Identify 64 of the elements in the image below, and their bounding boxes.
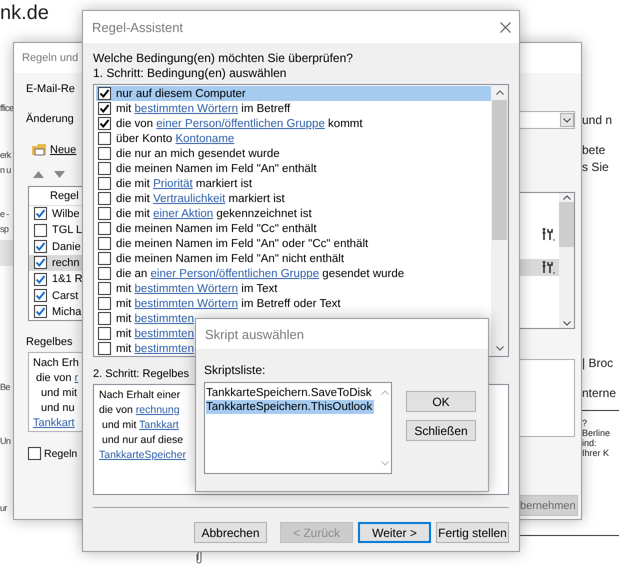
email-text: Be xyxy=(0,382,10,392)
step-label: 2. Schritt: Regelbes xyxy=(93,367,189,382)
condition-text: die nur an mich gesendet wurde xyxy=(116,148,280,160)
rule-name: 1&1 R xyxy=(52,273,83,286)
condition-text: die mit Vertraulichkeit markiert ist xyxy=(116,192,285,204)
condition-text: die an einer Person/öffentlichen Gruppe gesendet wurde xyxy=(116,268,404,280)
question-text: Welche Bedingung(en) möchten Sie überprüfen? xyxy=(93,51,353,66)
email-text: ffice xyxy=(0,103,14,113)
condition-text: die meinen Namen im Feld "An" oder "Cc" enthält xyxy=(116,238,368,250)
description-line: und nur auf diese xyxy=(101,433,184,448)
email-text: Ihrer K xyxy=(582,448,610,458)
rule-name: Wilbe xyxy=(52,208,80,220)
email-text: ? xyxy=(582,418,588,428)
email-text: ur xyxy=(0,503,7,513)
condition-text: die meinen Namen im Feld "Cc" enthält xyxy=(116,222,317,234)
window-title: Regel-Assistent xyxy=(92,20,184,34)
description-line: Tankkart xyxy=(33,416,75,431)
condition-text: die mit einer Aktion gekennzeichnet ist xyxy=(116,208,312,220)
email-text: n u xyxy=(0,165,11,175)
changes-label: Änderung xyxy=(26,113,74,125)
condition-text: mit bestimmten xyxy=(116,312,194,324)
rule-name: Danie xyxy=(52,240,81,253)
rule-name: Carst xyxy=(52,290,78,302)
condition-text: über Konto Kontoname xyxy=(116,132,234,144)
condition-text: mit bestimmten Wörtern im Text xyxy=(116,282,278,294)
email-text: erk xyxy=(0,150,11,160)
description-line: und mit Tankkart xyxy=(101,418,179,433)
step-label: 1. Schritt: Bedingung(en) auswählen xyxy=(93,66,286,81)
condition-text: mit bestimmten xyxy=(116,328,194,340)
checkbox-label: Regeln xyxy=(44,448,78,460)
description-label: Regelbes xyxy=(26,336,72,348)
condition-text: mit bestimmten xyxy=(116,342,194,354)
email-text: Berline xyxy=(582,428,610,438)
email-text: bete xyxy=(582,143,606,157)
description-line: und mit xyxy=(40,386,78,401)
description-line: Nach Erh xyxy=(33,356,79,371)
description-line: die von r xyxy=(35,371,78,386)
condition-text: die von einer Person/öffentlichen Gruppe kommt xyxy=(116,118,363,130)
condition-text: die meinen Namen im Feld "An" nicht enthält xyxy=(116,252,344,264)
email-text: | Broc xyxy=(582,356,614,370)
email-text: e - xyxy=(0,209,9,219)
rule-name: TGL L xyxy=(52,224,82,236)
email-text: und n xyxy=(582,113,612,127)
description-line: Nach Erhalt einer xyxy=(99,388,180,403)
condition-text: nur auf diesem Computer xyxy=(116,88,246,100)
condition-text: mit bestimmten Wörtern im Betreff xyxy=(116,102,290,114)
email-text: s Sie xyxy=(582,160,609,174)
window-title: Regeln und xyxy=(22,52,78,64)
rule-name: rechn xyxy=(52,256,80,269)
email-text: sp xyxy=(0,224,8,234)
list-label: Skriptsliste: xyxy=(204,363,266,378)
condition-text: die meinen Namen im Feld "An" enthält xyxy=(116,162,317,174)
description-line: die von rechnung xyxy=(99,403,180,418)
email-text: nterne xyxy=(582,386,616,400)
email-text: ind: xyxy=(582,438,597,448)
email-text: Un xyxy=(0,436,10,446)
column-header: Regel xyxy=(50,190,79,202)
condition-text: die mit Priorität markiert ist xyxy=(116,178,252,190)
rule-name: Micha xyxy=(52,306,82,318)
description-line: TankkarteSpeicher xyxy=(99,448,186,463)
description-line: und nu xyxy=(40,401,75,416)
condition-text: mit bestimmten Wörtern im Betreff oder Text xyxy=(116,298,341,310)
window-title: Skript auswählen xyxy=(205,326,304,342)
page-heading: nk.de xyxy=(0,2,49,25)
